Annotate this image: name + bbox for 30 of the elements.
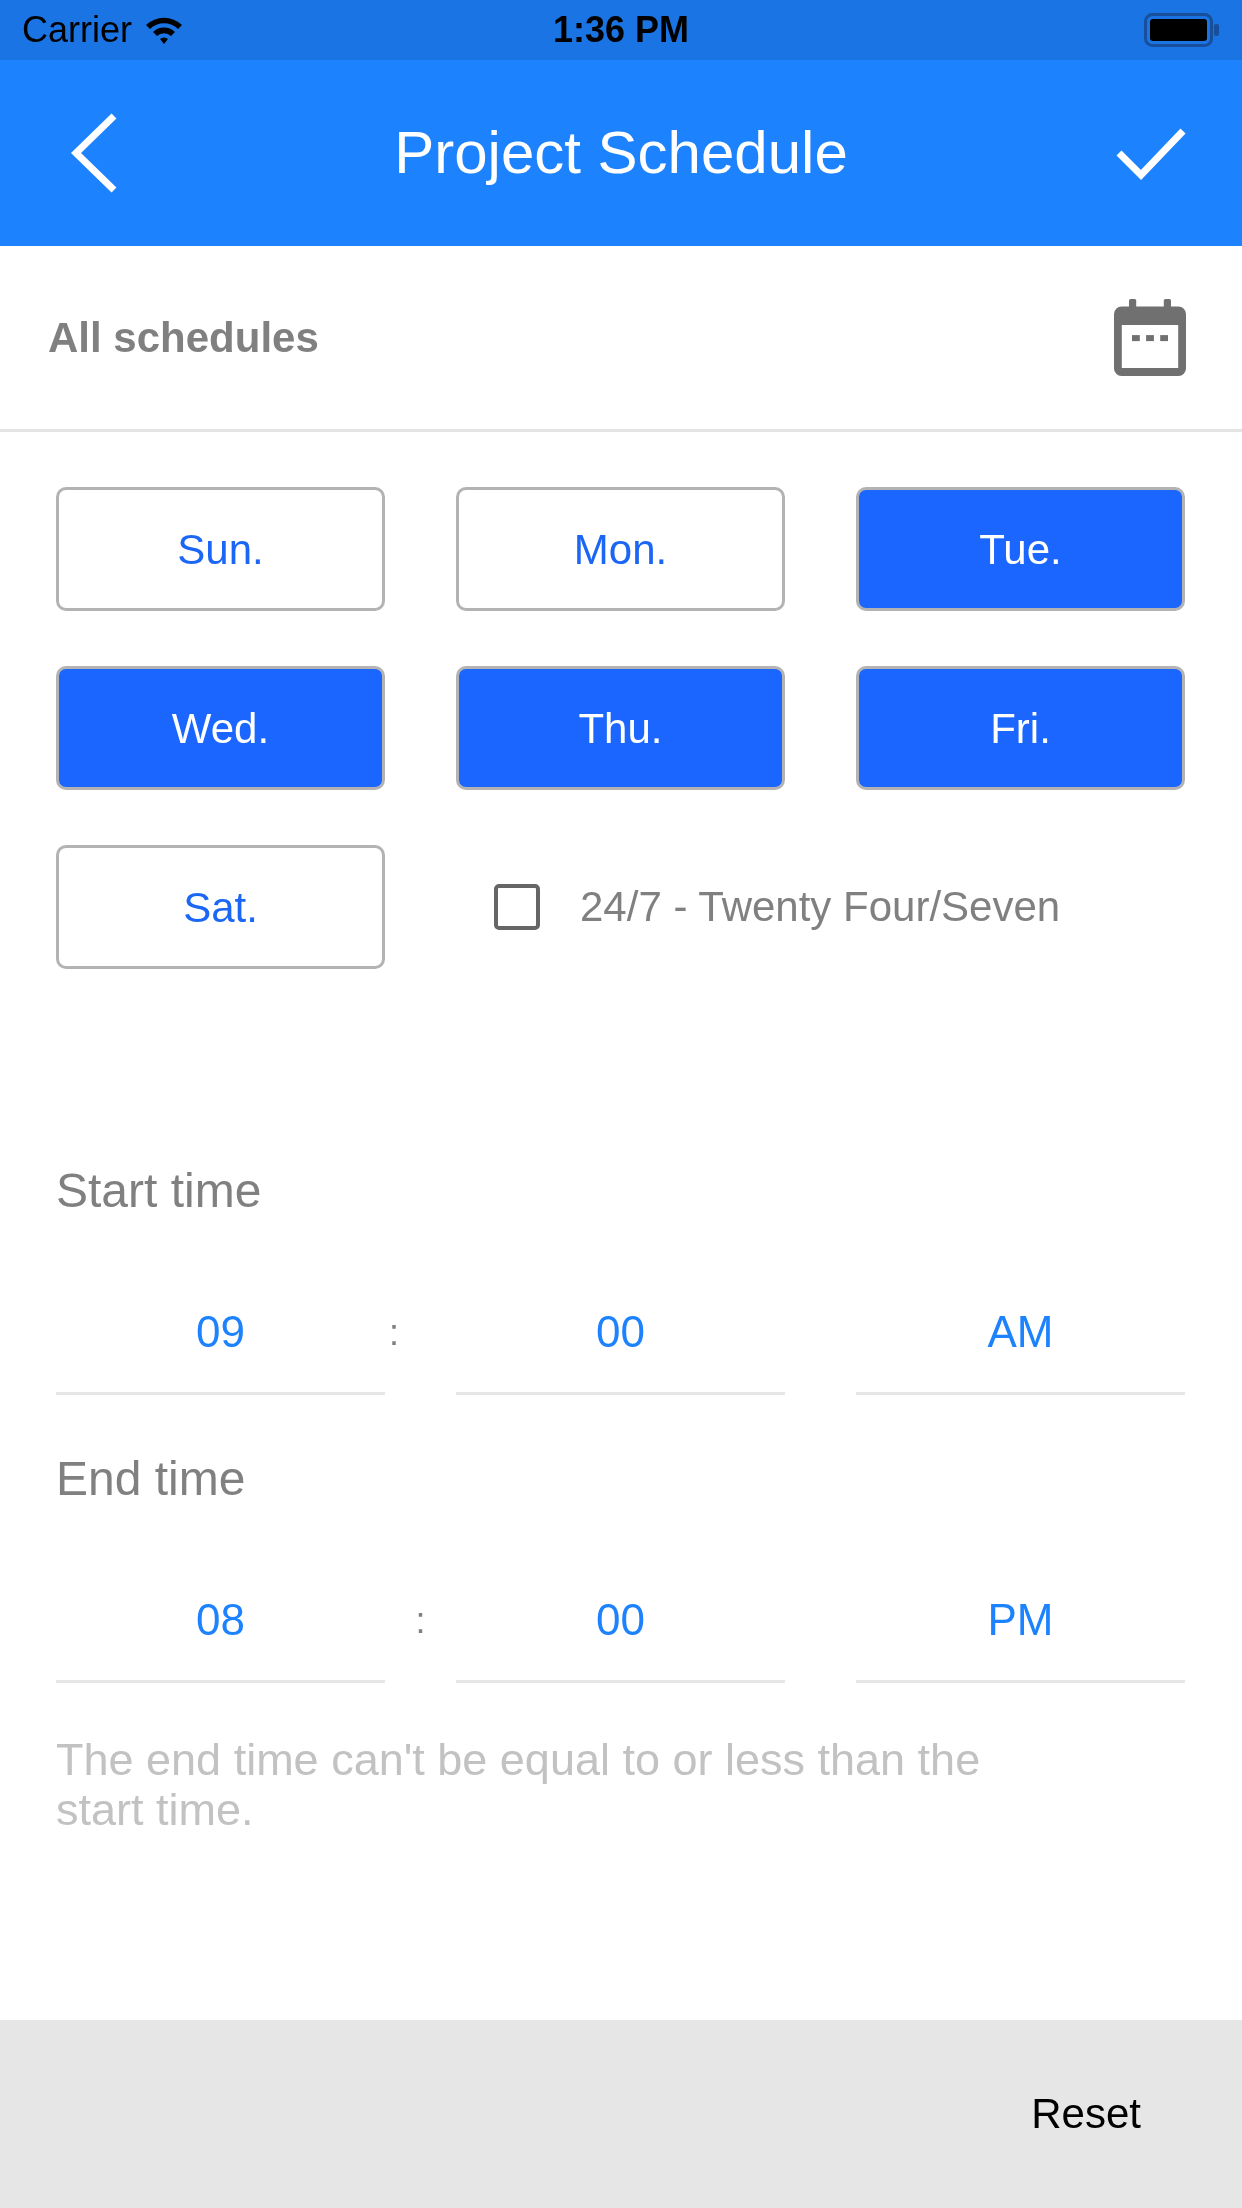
time-label: Start time (56, 1165, 262, 1217)
calendar-icon[interactable] (1114, 299, 1186, 376)
status-time: 1:36 PM (552, 10, 690, 50)
period-field[interactable]: PM (856, 1559, 1185, 1683)
carrier-name: Carrier (22, 10, 132, 50)
checkbox-label: 24/7 - Twenty Four/Seven (580, 882, 1061, 932)
day-button[interactable]: Tue. (856, 487, 1185, 611)
reset-button[interactable]: Reset (1001, 2069, 1171, 2159)
day-button[interactable]: Sun. (56, 487, 385, 611)
time-label: End time (56, 1453, 246, 1505)
day-button[interactable]: Thu. (456, 666, 785, 790)
day-button[interactable]: Mon. (456, 487, 785, 611)
hour-field[interactable]: 09 (56, 1271, 385, 1395)
checkbox[interactable] (494, 884, 540, 930)
hour-field[interactable]: 08 (56, 1559, 385, 1683)
error-message: The end time can't be equal to or less than the start time. (56, 1735, 982, 1835)
period-field[interactable]: AM (856, 1271, 1185, 1395)
day-button[interactable]: Sat. (56, 845, 385, 969)
check-icon[interactable] (1116, 126, 1186, 180)
minute-field[interactable]: 00 (456, 1559, 785, 1683)
day-button[interactable]: Wed. (56, 666, 385, 790)
time-separator: : (415, 1601, 426, 1641)
schedule-filter[interactable]: All schedules (48, 312, 319, 363)
back-icon[interactable] (70, 113, 118, 193)
battery-icon (1144, 13, 1220, 47)
time-separator: : (389, 1313, 399, 1353)
wifi-icon (144, 15, 184, 45)
day-button[interactable]: Fri. (856, 666, 1185, 790)
minute-field[interactable]: 00 (456, 1271, 785, 1395)
screen-title: Project Schedule (394, 118, 848, 188)
